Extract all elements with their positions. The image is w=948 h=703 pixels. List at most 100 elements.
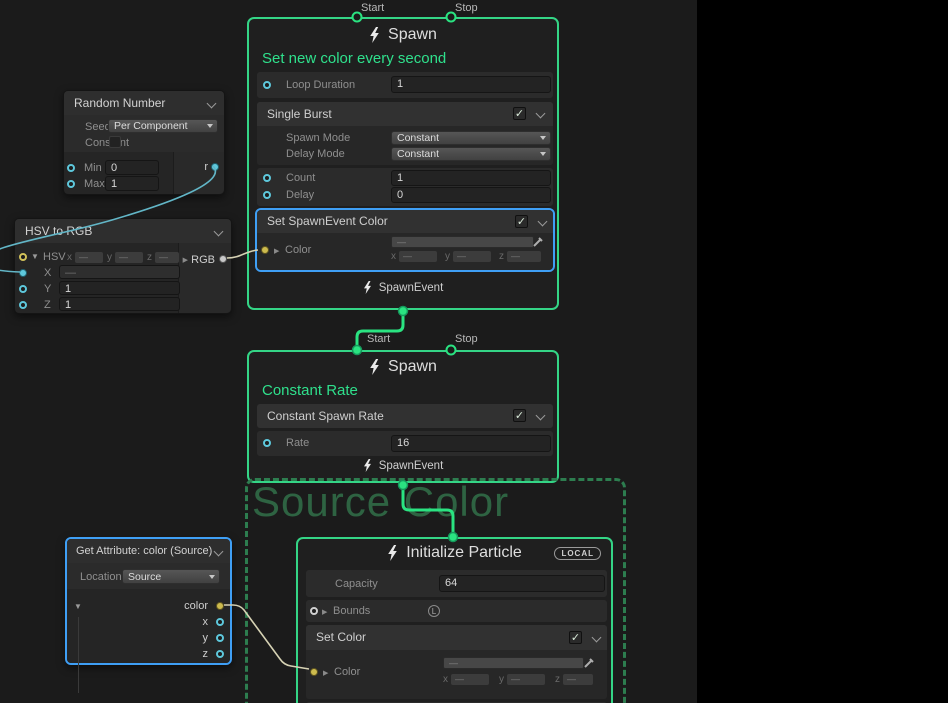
node-header[interactable]: Random Number — [64, 91, 224, 115]
ports-area: ▼ color x y z — [67, 589, 230, 663]
spawn-mode-dropdown[interactable]: Constant — [391, 131, 551, 145]
group-source-color[interactable] — [245, 478, 626, 703]
node-header[interactable]: Get Attribute: color (Source) — [67, 539, 230, 563]
min-port[interactable] — [67, 164, 75, 172]
x-input-port[interactable] — [19, 269, 27, 277]
x-mini-field[interactable]: — — [75, 252, 103, 263]
lightning-icon — [363, 459, 372, 472]
z-output-port[interactable] — [216, 650, 224, 658]
spawn-context-b[interactable]: Spawn Constant Rate Constant Spawn Rate … — [247, 350, 559, 483]
rgb-output-label: RGB — [191, 254, 215, 266]
expand-down-icon[interactable]: ▼ — [74, 602, 82, 611]
z-mini-field[interactable]: — — [507, 251, 541, 262]
lightning-icon — [369, 27, 380, 43]
count-field[interactable]: 1 — [391, 170, 551, 186]
seed-label: Seed — [85, 121, 111, 133]
spawnevent-label: SpawnEvent — [379, 460, 444, 472]
color-output-port[interactable] — [216, 602, 224, 610]
y-output-label: y — [203, 632, 209, 644]
rate-label: Rate — [286, 437, 309, 449]
get-attribute-node[interactable]: Get Attribute: color (Source) Location S… — [65, 537, 232, 665]
set-spawnevent-color-checkbox[interactable]: ✓ — [515, 215, 528, 228]
chevron-down-icon[interactable] — [214, 547, 224, 557]
x-field[interactable]: — — [59, 265, 180, 279]
dropdown-arrow-icon — [540, 136, 546, 140]
chevron-down-icon[interactable] — [536, 411, 546, 421]
random-number-node[interactable]: Random Number Seed Per Component Constan… — [63, 90, 225, 195]
constant-spawn-rate-header[interactable]: Constant Spawn Rate ✓ — [257, 404, 553, 428]
rate-port[interactable] — [263, 439, 271, 447]
color-swatch[interactable]: — — [391, 236, 534, 248]
y-field[interactable]: 1 — [59, 281, 180, 295]
node-title: HSV to RGB — [25, 224, 92, 238]
node-subtitle: Set new color every second — [262, 50, 446, 67]
y-mini-field[interactable]: — — [453, 251, 491, 262]
color-x-mini: x — — [391, 251, 437, 262]
r-output-port[interactable] — [211, 163, 219, 171]
node-title: Spawn — [388, 358, 437, 376]
x-label: X — [44, 267, 51, 279]
delay-label: Delay — [286, 189, 314, 201]
x-output-port[interactable] — [216, 618, 224, 626]
spawn-context-a[interactable]: Spawn Set new color every second Loop Du… — [247, 17, 559, 310]
single-burst-checkbox[interactable]: ✓ — [513, 107, 526, 120]
chevron-down-icon[interactable] — [538, 217, 548, 227]
chevron-down-icon[interactable] — [207, 99, 217, 109]
x-mini-field[interactable]: — — [399, 251, 437, 262]
y-mini-field[interactable]: — — [115, 252, 143, 263]
node-title-row: Spawn — [249, 26, 557, 44]
count-port[interactable] — [263, 174, 271, 182]
loop-duration-field[interactable]: 1 — [391, 76, 551, 93]
set-spawnevent-color-block[interactable]: Set SpawnEvent Color ✓ ▶ Color — x — y — — [255, 208, 555, 272]
constant-checkbox[interactable] — [109, 136, 121, 148]
chevron-down-icon[interactable] — [214, 227, 224, 237]
single-burst-block[interactable]: Single Burst ✓ Spawn Mode Constant Delay… — [257, 102, 553, 165]
max-field[interactable]: 1 — [105, 176, 159, 191]
rate-field[interactable]: 16 — [391, 435, 551, 452]
eyedropper-icon[interactable] — [533, 235, 545, 247]
graph-canvas[interactable]: Source Color Start Stop Spawn Set new co… — [0, 0, 948, 703]
node-header[interactable]: HSV to RGB — [15, 219, 231, 243]
loop-duration-port[interactable] — [263, 81, 271, 89]
max-port[interactable] — [67, 180, 75, 188]
color-port[interactable] — [261, 246, 269, 254]
z-output-label: z — [203, 648, 209, 660]
delay-field[interactable]: 0 — [391, 187, 551, 203]
hsv-port[interactable] — [19, 253, 27, 261]
expand-right-icon[interactable]: ▶ — [274, 247, 279, 255]
min-field[interactable]: 0 — [105, 160, 159, 175]
y-input-port[interactable] — [19, 285, 27, 293]
seed-value: Per Component — [114, 120, 188, 132]
lightning-icon — [363, 281, 372, 294]
dropdown-arrow-icon — [207, 124, 213, 128]
location-dropdown[interactable]: Source — [122, 569, 220, 584]
spawnevent-label: SpawnEvent — [379, 282, 444, 294]
hsv-to-rgb-node[interactable]: HSV to RGB ▼ HSV x — y — z — X — Y — [14, 218, 232, 314]
settings-area: Location Source — [67, 563, 230, 589]
z-input-port[interactable] — [19, 301, 27, 309]
constant-spawn-rate-checkbox[interactable]: ✓ — [513, 409, 526, 422]
seed-dropdown[interactable]: Per Component — [108, 119, 218, 133]
delay-mode-dropdown[interactable]: Constant — [391, 147, 551, 161]
location-label: Location — [80, 571, 122, 583]
rgb-output-port[interactable] — [219, 255, 227, 263]
expand-down-icon[interactable]: ▼ — [31, 252, 39, 261]
expand-right-icon: ▶ — [183, 256, 188, 264]
spawnevent-footer: SpawnEvent — [249, 459, 557, 472]
flow-stop-label: Stop — [455, 333, 478, 345]
node-title-row: Spawn — [249, 358, 557, 376]
z-field[interactable]: 1 — [59, 297, 180, 311]
node-title: Spawn — [388, 26, 437, 44]
y-output-port[interactable] — [216, 634, 224, 642]
z-label: Z — [44, 299, 51, 311]
single-burst-label: Single Burst — [267, 107, 332, 121]
hsv-x-mini: x — — [67, 252, 103, 263]
chevron-down-icon[interactable] — [536, 109, 546, 119]
loop-duration-row: Loop Duration 1 — [257, 72, 553, 98]
z-mini-field[interactable]: — — [155, 252, 179, 263]
ports-area: Min 0 Max 1 r — [64, 152, 224, 194]
count-label: Count — [286, 172, 315, 184]
hsv-z-mini: z — — [147, 252, 179, 263]
constant-label: Constant — [85, 137, 129, 149]
delay-port[interactable] — [263, 191, 271, 199]
